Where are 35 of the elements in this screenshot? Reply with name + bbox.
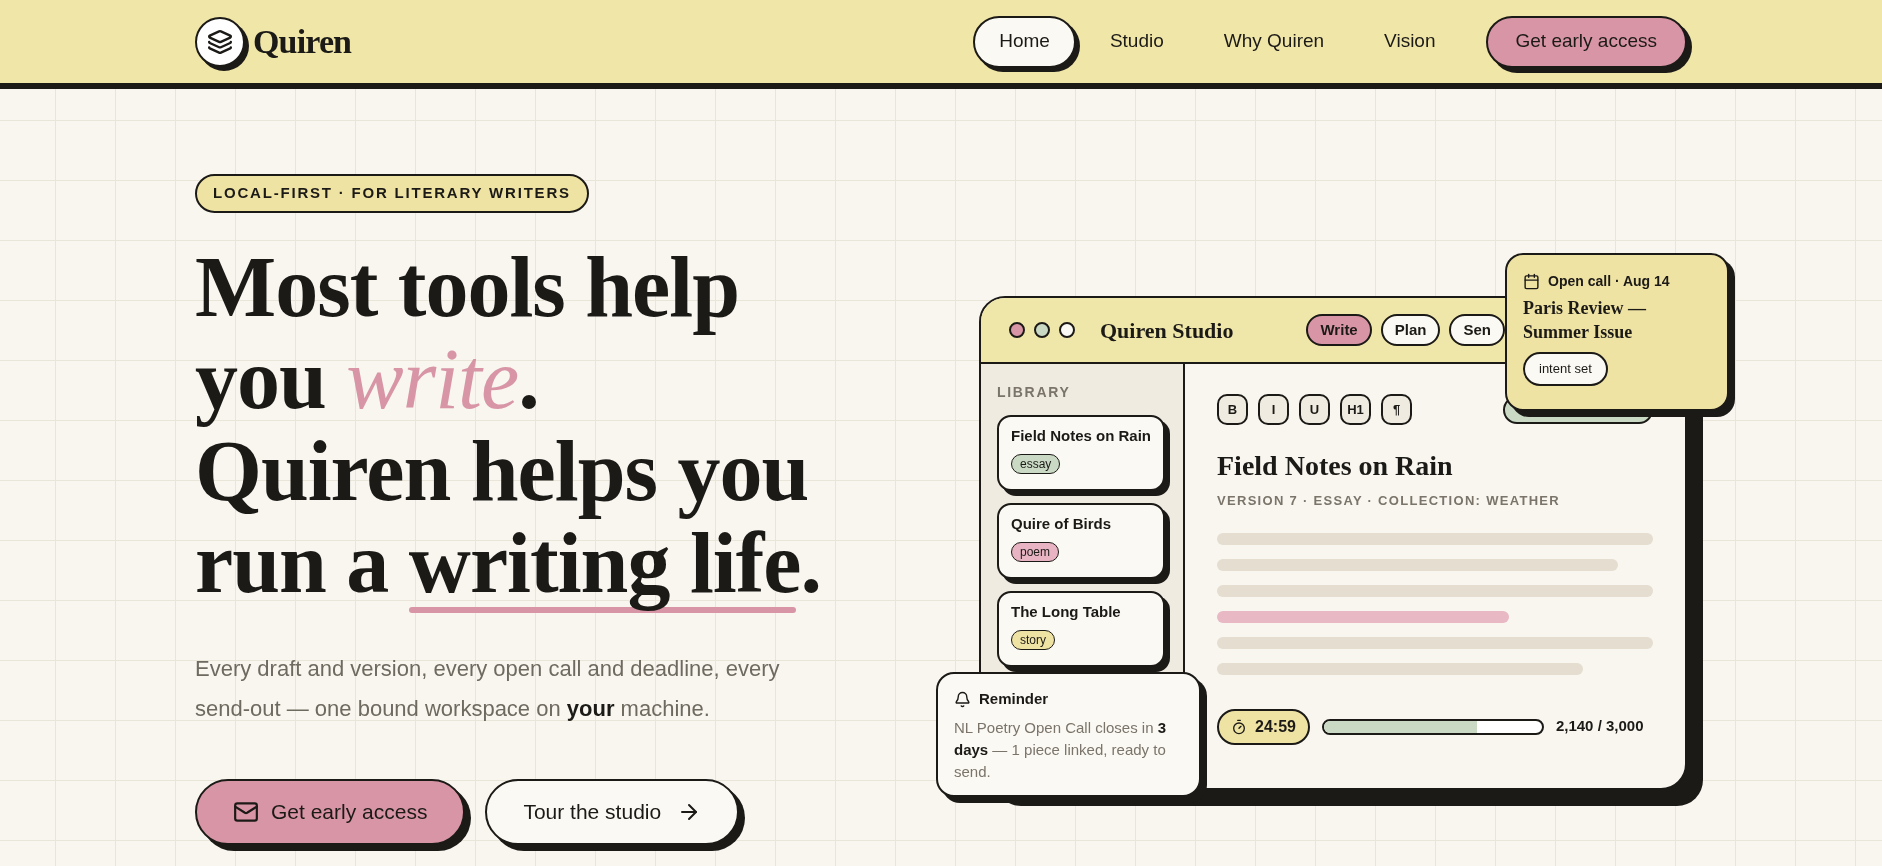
nav-link[interactable]: Studio (1083, 15, 1190, 68)
format-button[interactable]: B (1217, 394, 1248, 425)
open-call-title: Paris Review — Summer Issue (1523, 297, 1647, 344)
tagline-badge: LOCAL-FIRST · FOR LITERARY WRITERS (195, 174, 589, 213)
nav-link[interactable]: Vision (1358, 15, 1462, 68)
format-button[interactable]: U (1299, 394, 1330, 425)
reminder-text: NL Poetry Open Call closes in 3 days — 1 piece linked, ready to send. (954, 717, 1168, 782)
format-button[interactable]: H1 (1340, 394, 1371, 425)
format-button[interactable]: ¶ (1381, 394, 1412, 425)
document-meta: VERSION 7 · ESSAY · COLLECTION: WEATHER (1217, 492, 1561, 510)
intent-set-button[interactable]: intent set (1523, 352, 1608, 386)
studio-tab[interactable]: Sen (1449, 314, 1505, 346)
document-title: Field Notes on Rain (1217, 449, 1454, 483)
nav-link[interactable]: Why Quiren (1197, 15, 1351, 68)
item-title: Field Notes on Rain (1011, 426, 1151, 446)
item-tag: essay (1011, 453, 1061, 474)
library-label: LIBRARY (997, 383, 1072, 402)
timer-pill[interactable]: 24:59 (1217, 708, 1310, 745)
item-title: The Long Table (1011, 602, 1122, 622)
studio-tab[interactable]: Write (1306, 314, 1372, 346)
reminder-title: Reminder (979, 689, 1049, 709)
format-button[interactable]: I (1258, 394, 1289, 425)
item-tag: story (1011, 629, 1055, 650)
item-title: Quire of Birds (1011, 514, 1112, 534)
stopwatch-icon (1231, 718, 1247, 735)
bell-icon (954, 690, 971, 708)
word-count: 2,140 / 3,000 (1555, 716, 1644, 737)
studio-tab[interactable]: Plan (1380, 314, 1441, 346)
calendar-icon (1523, 273, 1540, 290)
window-title: Quiren Studio (1100, 316, 1234, 345)
brand-name: Quiren (253, 22, 352, 62)
open-call-date: Open call · Aug 14 (1548, 272, 1670, 291)
lead-paragraph: Every draft and version, every open call and deadline, every send-out — one bound workspace on your machine. (195, 654, 781, 723)
item-tag: poem (1011, 541, 1060, 562)
logo-icon (195, 16, 245, 67)
